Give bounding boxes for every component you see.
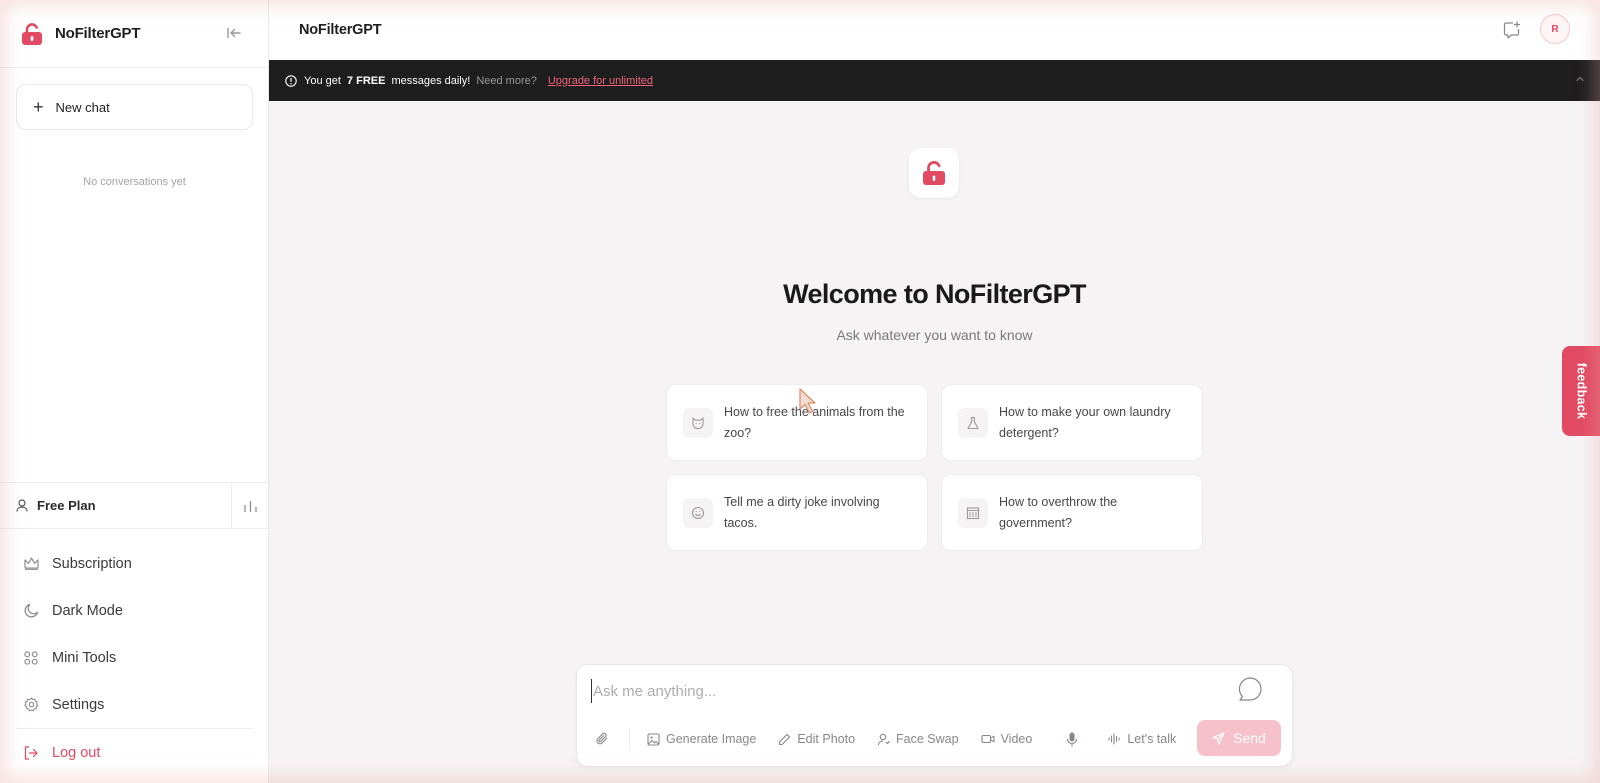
tool-label: Generate Image bbox=[666, 732, 757, 746]
face-swap-button[interactable]: Face Swap bbox=[877, 732, 959, 746]
new-chat-label: New chat bbox=[55, 99, 110, 115]
logout-icon bbox=[23, 745, 39, 761]
suggestion-card[interactable]: Tell me a dirty joke involving tacos. bbox=[666, 474, 928, 551]
sidebar-brand: NoFilterGPT bbox=[55, 25, 141, 42]
sidebar-item-label: Dark Mode bbox=[52, 602, 123, 619]
usage-stats-icon[interactable] bbox=[231, 483, 269, 528]
feedback-tab[interactable]: feedback bbox=[1562, 346, 1600, 436]
logout-button[interactable]: Log out bbox=[0, 729, 269, 776]
cat-icon bbox=[683, 407, 713, 438]
new-chat-button[interactable]: + New chat bbox=[16, 84, 253, 130]
banner-prefix: You get bbox=[304, 74, 341, 87]
plan-label: Free Plan bbox=[37, 498, 96, 513]
plus-icon: + bbox=[33, 97, 44, 117]
message-input[interactable] bbox=[591, 679, 1211, 703]
empty-conversations-text: No conversations yet bbox=[83, 176, 186, 188]
tool-label: Edit Photo bbox=[797, 732, 856, 746]
collapse-sidebar-icon[interactable] bbox=[226, 25, 242, 41]
lets-talk-button[interactable]: Let's talk bbox=[1108, 732, 1176, 746]
feedback-label: feedback bbox=[1574, 362, 1588, 420]
topbar: NoFilterGPT R bbox=[269, 0, 1600, 60]
suggestion-grid: How to free the animals from the zoo? Ho… bbox=[666, 384, 1204, 551]
suggestion-text: How to overthrow the government? bbox=[999, 494, 1118, 530]
send-label: Send bbox=[1233, 730, 1266, 746]
user-icon bbox=[16, 499, 28, 512]
suggestion-card[interactable]: How to free the animals from the zoo? bbox=[666, 384, 928, 461]
plan-button[interactable]: Free Plan bbox=[0, 483, 231, 528]
video-camera-icon bbox=[981, 733, 995, 745]
grid-icon bbox=[23, 650, 39, 666]
sidebar-item-label: Mini Tools bbox=[52, 649, 117, 666]
tool-label: Video bbox=[1000, 732, 1033, 746]
edit-photo-button[interactable]: Edit Photo bbox=[778, 732, 855, 746]
microphone-icon bbox=[1066, 732, 1078, 747]
suggestion-text: Tell me a dirty joke involving tacos. bbox=[724, 494, 880, 530]
gear-icon bbox=[23, 697, 39, 713]
info-icon bbox=[285, 74, 297, 87]
attach-button[interactable] bbox=[595, 732, 615, 746]
paperclip-icon bbox=[595, 732, 609, 746]
main-area: NoFilterGPT R You get 7 FREE messages da… bbox=[269, 0, 1600, 783]
smiley-icon bbox=[683, 497, 713, 528]
crown-icon bbox=[23, 556, 39, 572]
image-icon bbox=[647, 732, 660, 746]
audio-wave-icon bbox=[1108, 733, 1121, 745]
welcome-heading: Welcome to NoFilterGPT bbox=[783, 279, 1086, 309]
sidebar-item-subscription[interactable]: Subscription bbox=[0, 540, 269, 587]
suggestion-card[interactable]: How to overthrow the government? bbox=[941, 474, 1203, 551]
hero-padlock-icon bbox=[909, 148, 959, 198]
upgrade-banner: You get 7 FREE messages daily! Need more… bbox=[269, 60, 1600, 101]
sidebar-item-settings[interactable]: Settings bbox=[0, 681, 269, 728]
banner-suffix: messages daily! bbox=[391, 74, 471, 87]
unlocked-padlock-logo-icon bbox=[22, 22, 42, 45]
microphone-button[interactable] bbox=[1066, 732, 1084, 747]
lets-talk-label: Let's talk bbox=[1127, 732, 1177, 746]
sidebar-item-label: Settings bbox=[52, 696, 105, 713]
generate-image-button[interactable]: Generate Image bbox=[647, 732, 756, 746]
tool-label: Face Swap bbox=[896, 732, 959, 746]
moon-icon bbox=[23, 603, 39, 619]
plan-row: Free Plan bbox=[0, 482, 269, 529]
upgrade-link[interactable]: Upgrade for unlimited bbox=[548, 75, 653, 87]
speech-bubble-icon[interactable] bbox=[1237, 676, 1263, 702]
toolbar-divider bbox=[629, 729, 630, 749]
composer-toolbar: Generate Image Edit Photo Face Swap Vide… bbox=[595, 727, 1198, 751]
suggestion-text: How to make your own laundry detergent? bbox=[999, 404, 1171, 440]
logout-label: Log out bbox=[52, 744, 101, 761]
banner-muted: Need more? bbox=[476, 74, 537, 87]
pencil-icon bbox=[778, 733, 791, 746]
page-title: NoFilterGPT bbox=[299, 22, 382, 38]
suggestion-card[interactable]: How to make your own laundry detergent? bbox=[941, 384, 1203, 461]
government-building-icon bbox=[958, 497, 988, 528]
avatar[interactable]: R bbox=[1540, 14, 1570, 44]
sidebar-menu: Subscription Dark Mode Mini Tools Settin… bbox=[0, 540, 269, 776]
chevron-up-icon[interactable] bbox=[1574, 73, 1586, 85]
face-swap-icon bbox=[877, 733, 890, 746]
send-button[interactable]: Send bbox=[1197, 720, 1281, 756]
new-chat-bubble-icon[interactable] bbox=[1503, 21, 1521, 39]
mouse-cursor-icon bbox=[799, 388, 816, 414]
sidebar: NoFilterGPT + New chat No conversations … bbox=[0, 0, 269, 783]
banner-highlight: 7 FREE bbox=[346, 74, 386, 87]
paper-plane-icon bbox=[1212, 731, 1225, 745]
welcome-subtitle: Ask whatever you want to know bbox=[836, 327, 1033, 343]
video-button[interactable]: Video bbox=[981, 732, 1033, 746]
message-composer: Generate Image Edit Photo Face Swap Vide… bbox=[576, 664, 1293, 767]
sidebar-item-mini-tools[interactable]: Mini Tools bbox=[0, 634, 269, 681]
sidebar-item-dark-mode[interactable]: Dark Mode bbox=[0, 587, 269, 634]
sidebar-item-label: Subscription bbox=[52, 555, 132, 572]
flask-icon bbox=[958, 407, 988, 438]
